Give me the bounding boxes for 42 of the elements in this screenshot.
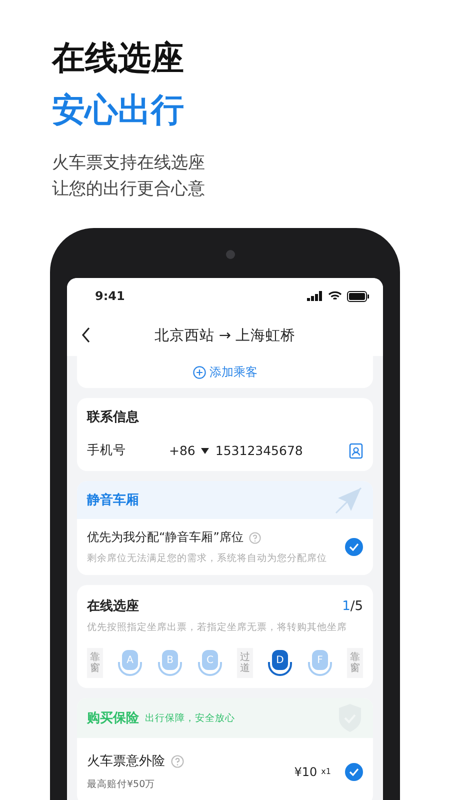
phone-field[interactable]: 15312345678 xyxy=(215,443,349,458)
field-label: 手机号 xyxy=(87,442,127,459)
seat-position-label: 靠窗 xyxy=(347,648,363,678)
seat-position-label: 过道 xyxy=(237,648,253,678)
checkbox[interactable] xyxy=(345,762,363,780)
checkbox[interactable] xyxy=(345,538,363,556)
battery-icon xyxy=(347,290,369,302)
option-note: 剩余席位无法满足您的需求，系统将自动为您分配席位 xyxy=(87,552,328,565)
signal-icon xyxy=(307,291,323,301)
plus-circle-icon xyxy=(192,366,206,378)
seat-note: 优先按照指定坐席出票，若指定坐席无票，将转购其他坐席 xyxy=(87,621,348,634)
section-title: 静音车厢 xyxy=(87,492,139,509)
seat-position-label: 靠窗 xyxy=(87,648,103,678)
section-title: 在线选座 xyxy=(87,598,139,615)
section-title: 联系信息 xyxy=(87,408,140,426)
headline-subtitle: 安心出行 xyxy=(52,89,185,131)
contacts-icon[interactable] xyxy=(349,442,363,458)
tagline-text: 让您的出行更合心意 xyxy=(52,178,206,201)
section-title: 购买保险 xyxy=(87,710,139,727)
price-text: ¥10 xyxy=(294,764,318,778)
back-button[interactable] xyxy=(81,327,91,343)
selected-count: 1 xyxy=(342,598,350,614)
caret-icon xyxy=(201,448,210,454)
route-title: 北京西站 → 上海虹桥 xyxy=(154,326,296,344)
check-icon xyxy=(349,543,359,551)
headline-title: 在线选座 xyxy=(52,37,185,79)
status-time: 9:41 xyxy=(95,289,125,303)
insurance-name: 火车票意外险 xyxy=(87,753,165,770)
country-code-dropdown[interactable]: +86 xyxy=(169,443,210,458)
total-count: /5 xyxy=(350,598,363,614)
add-passenger-button[interactable]: 添加乘客 xyxy=(192,364,258,380)
paper-plane-icon xyxy=(335,486,363,514)
coverage-text: 最高赔付¥50万 xyxy=(87,778,156,791)
seat-button[interactable]: D xyxy=(267,650,293,676)
quantity-text: x1 xyxy=(321,767,331,776)
insurance-tagline: 出行保障，安全放心 xyxy=(145,712,235,724)
check-icon xyxy=(349,768,359,776)
back-icon xyxy=(81,327,91,343)
wifi-icon xyxy=(328,291,342,301)
camera-icon xyxy=(226,250,235,259)
tagline-text: 火车票支持在线选座 xyxy=(52,152,206,175)
option-label: 优先为我分配“静音车厢”席位 xyxy=(87,529,244,546)
